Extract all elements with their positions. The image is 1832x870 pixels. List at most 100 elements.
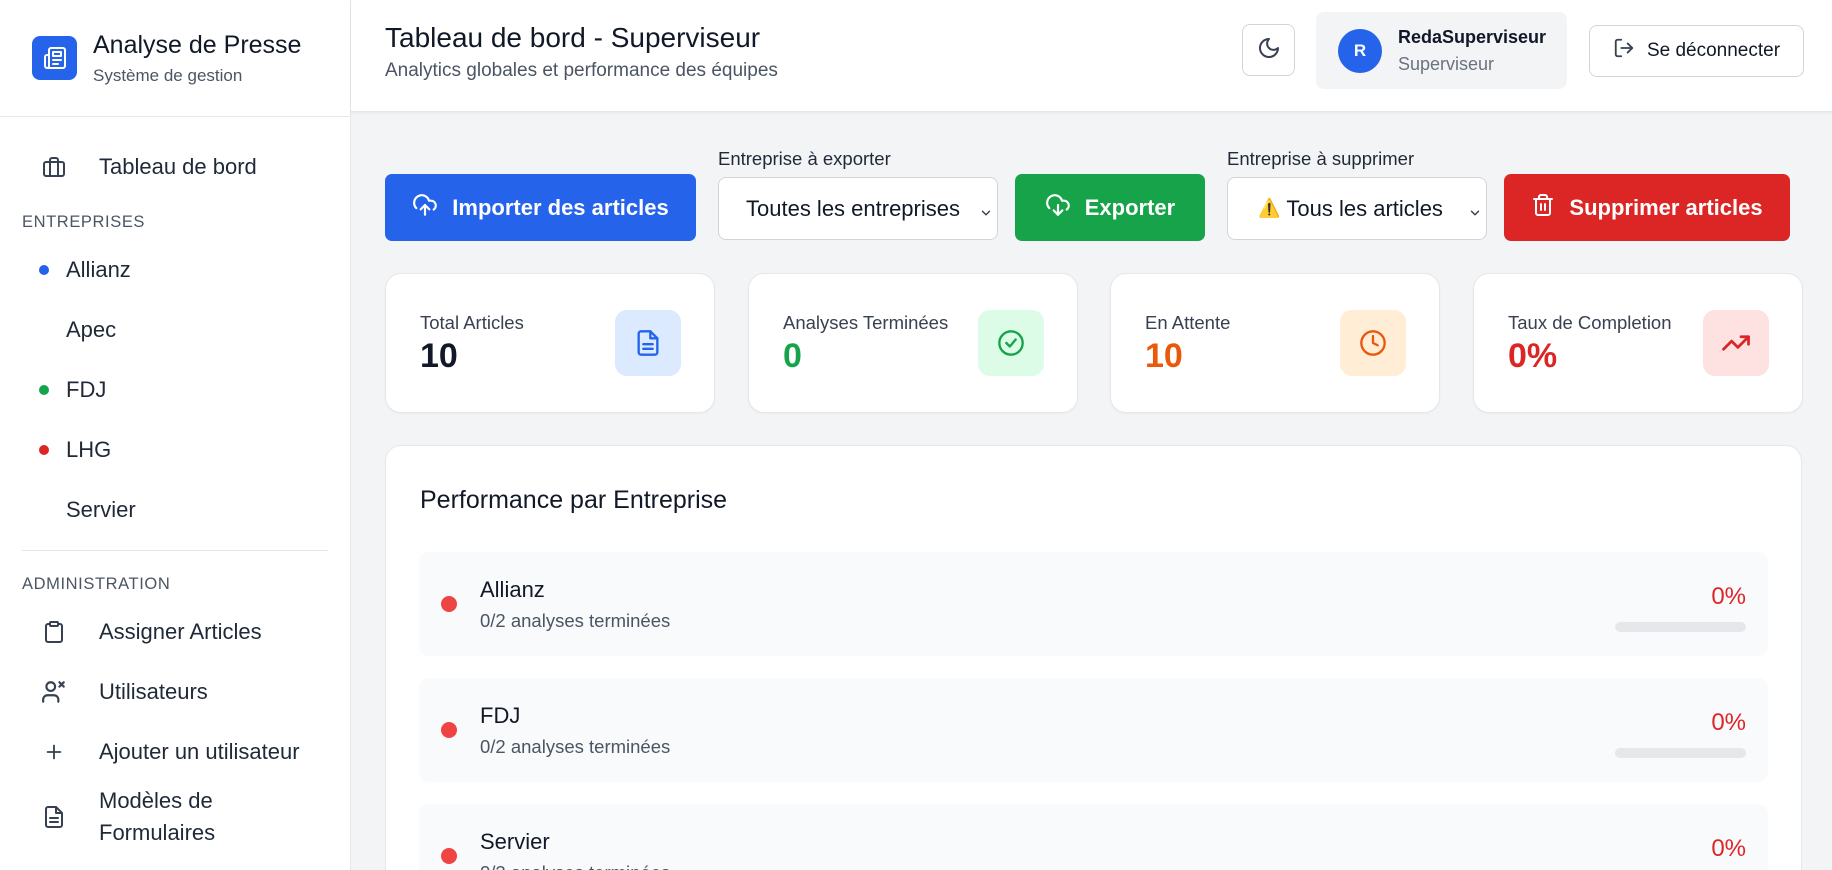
- header: Tableau de bord - Superviseur Analytics …: [351, 0, 1832, 112]
- sidebar-item-users[interactable]: Utilisateurs: [22, 662, 328, 722]
- delete-company-select[interactable]: ⚠️ Tous les articles: [1227, 177, 1487, 240]
- user-role: Superviseur: [1398, 53, 1495, 74]
- sidebar-item-allianz[interactable]: Allianz: [22, 240, 328, 300]
- sidebar-item-lhg[interactable]: LHG: [22, 420, 328, 480]
- stat-card-total-articles: Total Articles 10: [385, 273, 715, 413]
- import-label: Importer des articles: [452, 194, 669, 220]
- sidebar-item-label: Allianz: [66, 257, 131, 282]
- delete-field-label: Entreprise à supprimer: [1227, 148, 1415, 169]
- brand: Analyse de Presse Système de gestion: [0, 0, 350, 117]
- sidebar-item-apec[interactable]: Apec: [22, 300, 328, 360]
- completion-percent: 0%: [1711, 583, 1746, 610]
- theme-toggle-button[interactable]: [1242, 24, 1295, 76]
- sidebar-item-label: Assigner Articles: [99, 619, 262, 644]
- performance-row-servier[interactable]: Servier 0/2 analyses terminées 0%: [419, 804, 1768, 870]
- performance-panel: Performance par Entreprise Allianz 0/2 a…: [385, 445, 1802, 870]
- stat-label: Total Articles: [420, 312, 524, 333]
- user-name: RedaSuperviseur: [1398, 26, 1547, 47]
- company-name: FDJ: [480, 703, 521, 728]
- section-label-entreprises: ENTREPRISES: [22, 213, 146, 231]
- cloud-download-icon: [1045, 192, 1085, 224]
- stat-value: 10: [420, 337, 458, 375]
- performance-row-allianz[interactable]: Allianz 0/2 analyses terminées 0%: [419, 552, 1768, 656]
- sidebar: Analyse de Presse Système de gestion Tab…: [0, 0, 351, 870]
- delete-label: Supprimer articles: [1569, 194, 1763, 220]
- delete-articles-button[interactable]: Supprimer articles: [1504, 174, 1790, 241]
- document-icon: [615, 310, 681, 376]
- performance-row-fdj[interactable]: FDJ 0/2 analyses terminées 0%: [419, 678, 1768, 782]
- export-field-label: Entreprise à exporter: [718, 148, 891, 169]
- chevron-down-icon: [1468, 200, 1482, 226]
- logout-icon: [1613, 37, 1647, 65]
- user-profile[interactable]: R RedaSuperviseur Superviseur: [1316, 12, 1567, 89]
- stat-card-completed: Analyses Terminées 0: [748, 273, 1078, 413]
- company-progress-text: 0/2 analyses terminées: [480, 736, 671, 757]
- stat-value: 0: [783, 337, 802, 375]
- completion-percent: 0%: [1711, 709, 1746, 736]
- logout-button[interactable]: Se déconnecter: [1589, 25, 1804, 77]
- stat-label: En Attente: [1145, 312, 1231, 333]
- moon-icon: [1257, 36, 1281, 65]
- brand-subtitle: Système de gestion: [93, 65, 243, 85]
- stat-card-pending: En Attente 10: [1110, 273, 1440, 413]
- sidebar-item-label: LHG: [66, 437, 112, 462]
- plus-icon: [39, 737, 69, 767]
- company-progress-text: 0/2 analyses terminées: [480, 862, 670, 870]
- sidebar-item-label: Utilisateurs: [99, 679, 208, 704]
- users-icon: [39, 677, 69, 707]
- newspaper-icon: [32, 36, 77, 80]
- progress-bar: [1615, 622, 1746, 632]
- sidebar-item-label: Servier: [66, 497, 136, 522]
- sidebar-item-label: Ajouter un utilisateur: [99, 739, 300, 764]
- sidebar-item-assign-articles[interactable]: Assigner Articles: [22, 602, 328, 662]
- stat-value: 10: [1145, 337, 1183, 375]
- trending-up-icon: [1703, 310, 1769, 376]
- status-dot: [39, 265, 49, 275]
- avatar: R: [1338, 28, 1382, 73]
- clipboard-icon: [39, 617, 69, 647]
- logout-label: Se déconnecter: [1646, 40, 1781, 61]
- status-dot: [441, 596, 457, 612]
- chevron-down-icon: [979, 200, 993, 226]
- cloud-upload-icon: [412, 192, 452, 224]
- status-dot: [441, 848, 457, 864]
- section-label-administration: ADMINISTRATION: [22, 575, 171, 593]
- sidebar-item-fdj[interactable]: FDJ: [22, 360, 328, 420]
- export-button[interactable]: Exporter: [1015, 174, 1205, 241]
- page-title: Tableau de bord - Superviseur: [385, 22, 761, 53]
- status-dot: [39, 445, 49, 455]
- sidebar-item-dashboard[interactable]: Tableau de bord: [22, 137, 328, 197]
- status-dot: [441, 722, 457, 738]
- sidebar-nav: Tableau de bord ENTREPRISES Allianz Apec…: [0, 117, 350, 852]
- export-company-select[interactable]: Toutes les entreprises: [718, 177, 998, 240]
- sidebar-item-add-user[interactable]: Ajouter un utilisateur: [22, 722, 328, 782]
- sidebar-item-label: FDJ: [66, 377, 107, 402]
- company-progress-text: 0/2 analyses terminées: [480, 610, 671, 631]
- sidebar-item-label: Tableau de bord: [99, 154, 257, 179]
- sidebar-item-label: Apec: [66, 317, 117, 342]
- import-articles-button[interactable]: Importer des articles: [385, 174, 696, 241]
- company-name: Servier: [480, 829, 550, 854]
- document-icon: [39, 802, 69, 832]
- select-value: Toutes les entreprises: [746, 195, 960, 221]
- progress-bar: [1615, 748, 1746, 758]
- divider: [22, 550, 328, 551]
- export-label: Exporter: [1084, 194, 1176, 220]
- select-value: Tous les articles: [1286, 195, 1443, 221]
- trash-icon: [1531, 193, 1569, 223]
- sidebar-item-form-templates[interactable]: Modèles de Formulaires: [22, 782, 328, 852]
- warning-icon: ⚠️: [1258, 198, 1281, 218]
- status-dot: [39, 385, 49, 395]
- sidebar-item-servier[interactable]: Servier: [22, 480, 328, 540]
- briefcase-icon: [39, 152, 69, 182]
- stat-label: Analyses Terminées: [783, 312, 949, 333]
- stat-value: 0%: [1508, 337, 1558, 375]
- company-name: Allianz: [480, 577, 545, 602]
- brand-title: Analyse de Presse: [93, 30, 302, 59]
- panel-title: Performance par Entreprise: [420, 486, 728, 514]
- stat-card-completion-rate: Taux de Completion 0%: [1473, 273, 1803, 413]
- page-subtitle: Analytics globales et performance des éq…: [385, 60, 778, 81]
- completion-percent: 0%: [1711, 835, 1746, 862]
- clock-icon: [1340, 310, 1406, 376]
- stat-label: Taux de Completion: [1508, 312, 1672, 333]
